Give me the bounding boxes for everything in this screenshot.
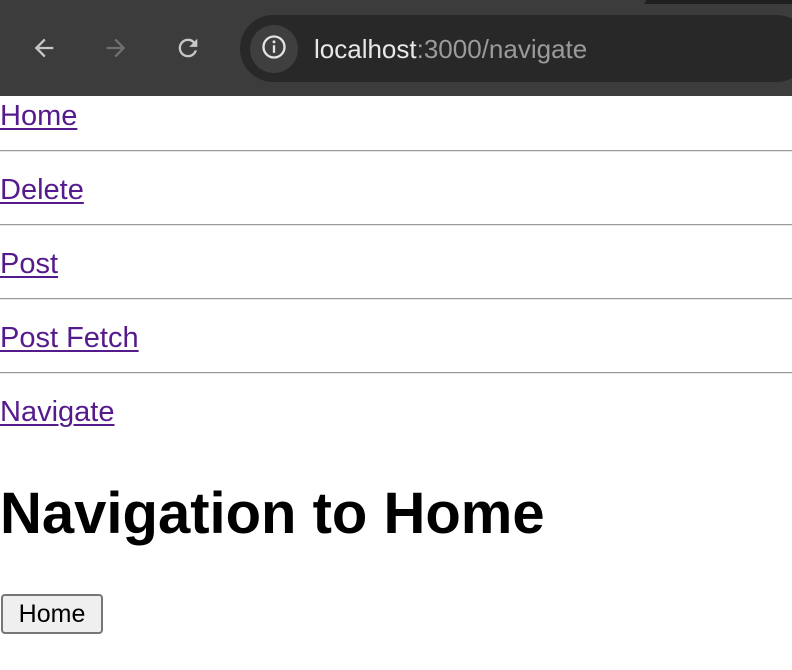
reload-button[interactable] (168, 28, 208, 68)
nav-item-navigate: Navigate (0, 392, 114, 432)
info-icon (260, 33, 288, 66)
url-text[interactable]: localhost:3000/navigate (314, 32, 587, 66)
post-fetch-link[interactable]: Post Fetch (0, 322, 139, 354)
forward-button[interactable] (96, 28, 136, 68)
divider (0, 372, 792, 374)
url-host: localhost (314, 34, 417, 64)
address-bar[interactable]: localhost:3000/navigate (240, 15, 792, 82)
nav-item-post: Post (0, 244, 58, 284)
divider (0, 298, 792, 300)
nav-item-home: Home (0, 96, 77, 136)
page-content: Home Delete Post Post Fetch Navigate Nav… (0, 96, 792, 670)
reload-icon (174, 34, 202, 62)
post-link[interactable]: Post (0, 248, 58, 280)
site-info-button[interactable] (250, 25, 298, 73)
back-button[interactable] (24, 28, 64, 68)
url-path: :3000/navigate (416, 34, 588, 64)
page-title: Navigation to Home (0, 481, 545, 546)
divider (0, 150, 792, 152)
tab-strip (0, 0, 792, 4)
home-button[interactable]: Home (1, 594, 103, 634)
nav-item-post-fetch: Post Fetch (0, 318, 139, 358)
divider (0, 224, 792, 226)
home-link[interactable]: Home (0, 100, 77, 132)
arrow-left-icon (30, 34, 58, 62)
nav-item-delete: Delete (0, 170, 84, 210)
delete-link[interactable]: Delete (0, 174, 84, 206)
active-tab-edge[interactable] (0, 0, 646, 4)
navigate-link[interactable]: Navigate (0, 396, 114, 428)
arrow-right-icon (102, 34, 130, 62)
browser-toolbar: localhost:3000/navigate (0, 0, 792, 96)
